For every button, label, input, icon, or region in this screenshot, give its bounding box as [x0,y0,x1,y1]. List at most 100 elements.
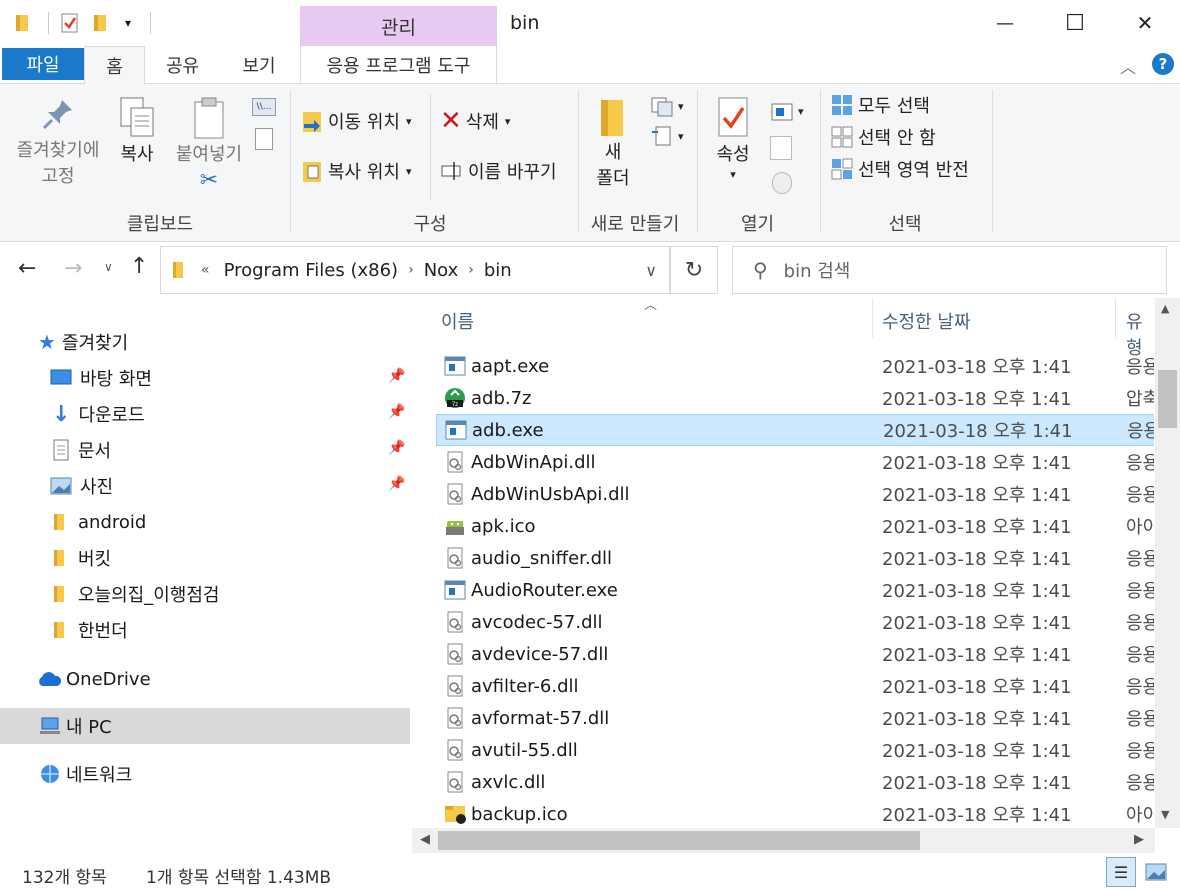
scrollbar-thumb[interactable] [438,831,920,850]
table-row[interactable]: avutil-55.dll 2021-03-18 오후 1:41 응용 [436,734,1154,766]
breadcrumb-separator-icon[interactable]: › [468,262,474,278]
table-row[interactable]: avformat-57.dll 2021-03-18 오후 1:41 응용 [436,702,1154,734]
table-row[interactable]: avcodec-57.dll 2021-03-18 오후 1:41 응용 [436,606,1154,638]
nav-item-pictures[interactable]: 사진 [0,468,410,504]
tab-application-tools[interactable]: 응용 프로그램 도구 [300,46,497,84]
vertical-scrollbar[interactable]: ▲ ▼ [1155,298,1180,828]
table-row[interactable]: 7z adb.7z 2021-03-18 오후 1:41 압축 [436,382,1154,414]
table-row[interactable]: avfilter-6.dll 2021-03-18 오후 1:41 응용 [436,670,1154,702]
nav-network[interactable]: 네트워크 [0,756,410,792]
pinned-icon[interactable]: 📌 [388,368,405,384]
rename-button[interactable]: 이름 바꾸기 [440,158,557,184]
up-icon[interactable]: ↑ [130,254,148,279]
column-header-date[interactable]: 수정한 날짜 [882,308,971,334]
table-row[interactable]: AdbWinApi.dll 2021-03-18 오후 1:41 응용 [436,446,1154,478]
maximize-button[interactable]: ☐ [1050,6,1100,40]
tab-view[interactable]: 보기 [225,46,293,84]
copy-path-icon[interactable]: \\... [252,98,276,116]
recent-locations-icon[interactable]: ∨ [104,260,113,274]
file-type: 응용 [1126,485,1154,506]
back-icon[interactable]: ← [18,256,36,281]
copy-button[interactable]: 복사 [112,96,162,168]
maximize-icon: ☐ [1065,10,1085,36]
pin-to-quick-access-button[interactable]: 즐겨찾기에 고정 [10,96,106,190]
table-row[interactable]: audio_sniffer.dll 2021-03-18 오후 1:41 응용 [436,542,1154,574]
collapse-ribbon-icon[interactable]: ︿ [1120,54,1136,78]
breadcrumb-overflow[interactable]: « [201,262,210,278]
paste-button[interactable]: 붙여넣기 ✂ [168,96,250,194]
help-icon[interactable]: ? [1152,53,1174,75]
copy-to-button[interactable]: 복사 위치 ▾ [300,158,412,184]
tab-home[interactable]: 홈 [84,46,145,85]
nav-item-folder[interactable]: android [0,504,410,540]
pinned-icon[interactable]: 📌 [388,476,405,492]
move-to-button[interactable]: 이동 위치 ▾ [300,108,412,134]
breadcrumb-item[interactable]: bin [484,260,512,281]
folder-icon [54,514,64,530]
address-dropdown-icon[interactable]: ∨ [645,261,657,280]
file-type: 응용 [1126,613,1154,634]
select-all-button[interactable]: 모두 선택 [830,92,930,118]
nav-item-folder[interactable]: 버킷 [0,540,410,576]
scroll-down-icon[interactable]: ▼ [1161,808,1169,821]
nav-item-folder[interactable]: 한번더 [0,612,410,648]
scroll-left-icon[interactable]: ◀ [420,832,430,847]
scrollbar-thumb[interactable] [1158,370,1177,428]
properties-button[interactable]: 속성 ▾ [710,96,756,182]
address-bar[interactable]: « Program Files (x86) › Nox › bin ∨ [160,246,670,294]
open-button[interactable]: ▾ [770,100,804,122]
new-folder-quick-icon[interactable] [90,10,112,36]
tab-share[interactable]: 공유 [150,46,215,84]
history-icon[interactable] [772,172,792,194]
file-date: 2021-03-18 오후 1:41 [882,805,1072,826]
large-icons-view-button[interactable] [1142,859,1170,885]
nav-quick-access[interactable]: ★ 즐겨찾기 [0,324,410,360]
nav-this-pc[interactable]: 내 PC [0,708,410,744]
table-row[interactable]: AdbWinUsbApi.dll 2021-03-18 오후 1:41 응용 [436,478,1154,510]
column-divider[interactable] [1115,298,1116,338]
pinned-icon[interactable]: 📌 [388,440,405,456]
breadcrumb-item[interactable]: Nox [424,260,459,281]
scroll-right-icon[interactable]: ▶ [1134,832,1144,847]
customize-quick-access-icon[interactable]: ▾ [118,10,138,36]
delete-button[interactable]: ✕ 삭제 ▾ [440,108,510,134]
new-folder-button[interactable]: 새 폴더 [590,96,636,192]
horizontal-scrollbar[interactable]: ◀ ▶ [412,828,1155,853]
forward-icon[interactable]: → [64,256,82,281]
search-box[interactable]: ⚲ bin 검색 [732,246,1167,294]
scroll-up-icon[interactable]: ▲ [1161,302,1169,315]
table-row[interactable]: apk.ico 2021-03-18 오후 1:41 아이 [436,510,1154,542]
close-button[interactable]: ✕ [1120,6,1170,40]
edit-icon[interactable] [770,136,792,160]
cut-icon[interactable]: ✂ [200,168,218,194]
file-list: ︿ 이름 수정한 날짜 유형 aapt.exe 2021-03-18 오후 1:4… [412,298,1154,828]
nav-item-documents[interactable]: 문서 [0,432,410,468]
table-row[interactable]: backup.ico 2021-03-18 오후 1:41 아이 [436,798,1154,828]
search-input[interactable]: bin 검색 [784,257,851,283]
column-header-name[interactable]: 이름 [441,308,474,334]
tab-file[interactable]: 파일 [2,48,84,80]
nav-item-desktop[interactable]: 바탕 화면 [0,360,410,396]
table-row[interactable]: avdevice-57.dll 2021-03-18 오후 1:41 응용 [436,638,1154,670]
table-row[interactable]: adb.exe 2021-03-18 오후 1:41 응용 [436,414,1154,446]
easy-access-button[interactable]: ▾ [650,124,684,148]
nav-item-downloads[interactable]: ↓ 다운로드 [0,396,410,432]
breadcrumb-item[interactable]: Program Files (x86) [224,260,399,281]
new-item-button[interactable]: ▾ [650,94,684,118]
select-none-button[interactable]: 선택 안 함 [830,124,936,150]
minimize-button[interactable]: — [980,6,1030,40]
pinned-icon[interactable]: 📌 [388,404,405,420]
nav-item-folder[interactable]: 오늘의집_이행점검 [0,576,410,612]
details-view-button[interactable]: ☰ [1106,857,1136,887]
table-row[interactable]: aapt.exe 2021-03-18 오후 1:41 응용 [436,350,1154,382]
paste-shortcut-icon[interactable] [255,128,273,150]
refresh-button[interactable]: ↻ [670,246,718,294]
table-row[interactable]: AudioRouter.exe 2021-03-18 오후 1:41 응용 [436,574,1154,606]
nav-onedrive[interactable]: OneDrive [0,661,410,697]
invert-selection-button[interactable]: 선택 영역 반전 [830,156,969,182]
android-icon [444,515,466,537]
table-row[interactable]: axvlc.dll 2021-03-18 오후 1:41 응용 [436,766,1154,798]
column-divider[interactable] [872,298,873,338]
properties-quick-icon[interactable] [58,10,82,36]
breadcrumb-separator-icon[interactable]: › [408,262,414,278]
